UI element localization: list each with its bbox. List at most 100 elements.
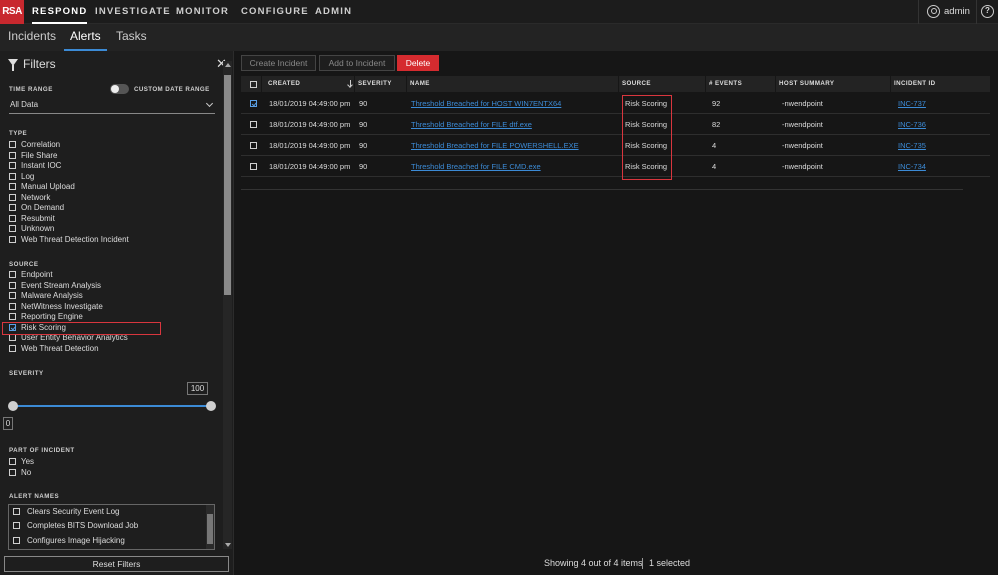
cell-incident-id[interactable]: INC-737 xyxy=(898,93,926,114)
type-filter-item[interactable]: On Demand xyxy=(9,203,209,213)
checkbox[interactable] xyxy=(9,151,16,159)
type-filter-item[interactable]: Correlation xyxy=(9,140,209,150)
source-label: SOURCE xyxy=(9,261,39,268)
source-filter-item[interactable]: Reporting Engine xyxy=(9,312,209,322)
checkbox[interactable] xyxy=(9,344,16,352)
nav-admin[interactable]: ADMIN xyxy=(315,0,352,24)
checkbox[interactable] xyxy=(13,508,20,515)
alert-name-item[interactable]: Configures Image Hijacking xyxy=(13,535,203,547)
col-host-summary[interactable]: HOST SUMMARY xyxy=(779,76,834,92)
sort-desc-icon[interactable] xyxy=(350,80,351,87)
checkbox[interactable] xyxy=(9,334,16,341)
checkbox[interactable] xyxy=(9,271,16,278)
type-filter-item[interactable]: Log xyxy=(9,172,209,182)
row-checkbox[interactable] xyxy=(250,163,257,170)
col-created[interactable]: CREATED xyxy=(268,76,300,92)
source-filter-item[interactable]: Event Stream Analysis xyxy=(9,281,209,291)
checkbox[interactable] xyxy=(9,162,16,169)
row-checkbox[interactable] xyxy=(250,100,257,107)
add-to-incident-button[interactable]: Add to Incident xyxy=(319,55,395,71)
create-incident-button[interactable]: Create Incident xyxy=(241,55,316,71)
type-filter-item[interactable]: Resubmit xyxy=(9,214,209,224)
cell-incident-id[interactable]: INC-735 xyxy=(898,135,926,156)
checkbox[interactable] xyxy=(9,204,16,211)
cell-incident-id[interactable]: INC-736 xyxy=(898,114,926,135)
checkbox[interactable] xyxy=(9,172,16,180)
checkbox[interactable] xyxy=(9,313,16,320)
part-yes[interactable]: Yes xyxy=(9,457,209,467)
checkbox[interactable] xyxy=(9,183,16,190)
cell-name[interactable]: Threshold Breached for FILE POWERSHELL.E… xyxy=(411,135,579,156)
reset-filters-button[interactable]: Reset Filters xyxy=(4,556,229,572)
checkbox[interactable] xyxy=(9,458,16,465)
table-row[interactable]: 18/01/2019 04:49:00 pm 90 Threshold Breach… xyxy=(241,93,990,114)
alert-names-scrollbar[interactable] xyxy=(206,505,214,549)
type-filter-item[interactable]: Manual Upload xyxy=(9,182,209,192)
cell-name[interactable]: Threshold Breached for FILE CMD.exe xyxy=(411,156,541,177)
row-checkbox[interactable] xyxy=(250,121,257,128)
checkbox[interactable] xyxy=(9,292,16,299)
col-severity[interactable]: SEVERITY xyxy=(358,76,392,92)
nav-configure[interactable]: CONFIGURE xyxy=(241,0,309,24)
col-source[interactable]: SOURCE xyxy=(622,76,651,92)
alerts-main: Create Incident Add to Incident Delete C… xyxy=(234,51,998,575)
source-column-highlight xyxy=(622,95,672,180)
rsa-logo: RSA xyxy=(0,0,24,24)
cell-incident-id[interactable]: INC-734 xyxy=(898,156,926,177)
alert-name-item[interactable]: Completes BITS Download Job xyxy=(13,520,203,532)
type-filter-item[interactable]: Instant IOC xyxy=(9,161,209,171)
select-all-checkbox[interactable] xyxy=(250,81,257,88)
checkbox[interactable] xyxy=(13,537,20,544)
table-row[interactable]: 18/01/2019 04:49:00 pm 90 Threshold Breach… xyxy=(241,156,990,177)
user-menu[interactable]: admin xyxy=(918,0,976,24)
tab-incidents[interactable]: Incidents xyxy=(8,24,56,51)
source-filter-item[interactable]: Endpoint xyxy=(9,270,209,280)
nav-monitor[interactable]: MONITOR xyxy=(176,0,229,24)
type-filter-item[interactable]: File Share xyxy=(9,151,209,161)
cell-name[interactable]: Threshold Breached for FILE dtf.exe xyxy=(411,114,532,135)
cell-host-summary: -nwendpoint xyxy=(782,141,823,150)
table-row[interactable]: 18/01/2019 04:49:00 pm 90 Threshold Breach… xyxy=(241,135,990,156)
source-filter-item[interactable]: Web Threat Detection xyxy=(9,344,209,354)
filters-panel: Filters ✕ TIME RANGE CUSTOM DATE RANGE A… xyxy=(0,51,234,575)
alert-names-label: ALERT NAMES xyxy=(9,493,60,500)
tab-alerts[interactable]: Alerts xyxy=(64,24,107,51)
part-no[interactable]: No xyxy=(9,468,209,478)
delete-button[interactable]: Delete xyxy=(397,55,439,71)
checkbox[interactable] xyxy=(9,225,16,232)
cell-events: 92 xyxy=(712,99,721,108)
cell-name[interactable]: Threshold Breached for HOST WIN7ENTX64 xyxy=(411,93,561,114)
type-filter-item[interactable]: Web Threat Detection Incident xyxy=(9,235,209,245)
checkbox[interactable] xyxy=(9,302,16,310)
custom-date-toggle[interactable] xyxy=(110,84,129,94)
table-row[interactable]: 18/01/2019 04:49:00 pm 90 Threshold Breach… xyxy=(241,114,990,135)
checkbox[interactable] xyxy=(13,522,20,529)
col-name[interactable]: NAME xyxy=(410,76,430,92)
type-filter-item[interactable]: Unknown xyxy=(9,224,209,234)
tab-tasks[interactable]: Tasks xyxy=(116,24,147,51)
user-icon xyxy=(927,5,940,18)
scroll-thumb[interactable] xyxy=(224,75,231,295)
checkbox[interactable] xyxy=(9,193,16,201)
alert-name-item[interactable]: Clears Security Event Log xyxy=(13,506,203,518)
row-checkbox[interactable] xyxy=(250,142,257,149)
checkbox[interactable] xyxy=(9,214,16,222)
scroll-up-icon[interactable] xyxy=(225,63,231,67)
severity-max-handle[interactable] xyxy=(206,401,216,411)
checkbox[interactable] xyxy=(9,469,16,476)
nav-investigate[interactable]: INVESTIGATE xyxy=(95,0,171,24)
scroll-down-icon[interactable] xyxy=(225,543,231,547)
source-filter-item[interactable]: Malware Analysis xyxy=(9,291,209,301)
checkbox[interactable] xyxy=(9,281,16,289)
col-events[interactable]: # EVENTS xyxy=(709,76,742,92)
help-button[interactable]: ? xyxy=(976,0,998,24)
sidebar-scrollbar[interactable] xyxy=(223,61,232,549)
source-filter-item[interactable]: NetWitness Investigate xyxy=(9,302,209,312)
type-filter-item[interactable]: Network xyxy=(9,193,209,203)
severity-min-handle[interactable] xyxy=(8,401,18,411)
nav-respond[interactable]: RESPOND xyxy=(32,0,88,24)
checkbox[interactable] xyxy=(9,141,16,148)
time-range-select[interactable]: All Data xyxy=(9,99,215,114)
col-incident-id[interactable]: INCIDENT ID xyxy=(894,76,936,92)
checkbox[interactable] xyxy=(9,235,16,243)
